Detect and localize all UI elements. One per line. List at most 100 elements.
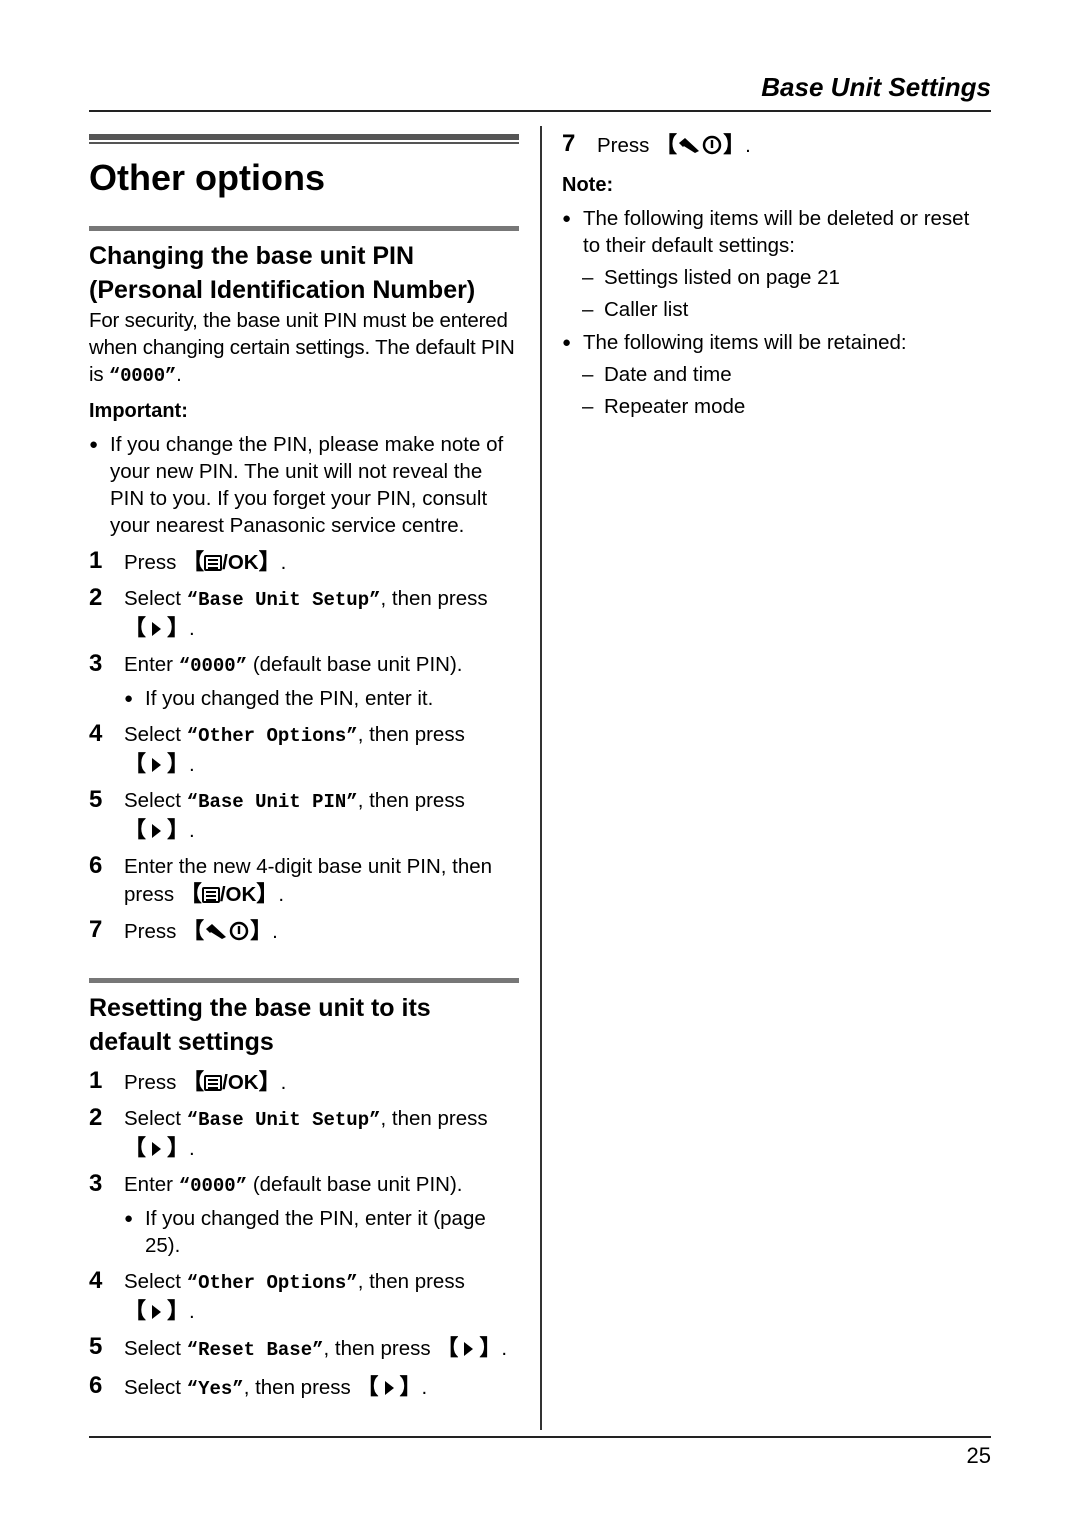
step-number: 4 [89,1267,103,1294]
key-right: 【】 [436,1335,501,1360]
note-dash-item: Settings listed on page 21 [562,264,992,291]
reset-title-line1: Resetting the base unit to its [89,994,431,1022]
subsection-rule [89,978,519,983]
open-bracket: 【 [124,1135,147,1160]
open-bracket: 【 [655,132,678,157]
ok-label: /OK [222,551,259,574]
section-title-rule [89,134,519,142]
note-bullet: The following items will be retained: [562,329,992,356]
step-item: 2 Select “Base Unit Setup”, then press 【】… [89,584,519,642]
step-period: . [189,617,195,640]
step-text: Select [124,789,187,812]
step-text: , then press [357,1270,465,1293]
step-period: . [280,1071,287,1094]
right-arrow-icon [152,1142,162,1156]
reset-steps-list-continued: 7 Press 【】. [562,130,992,162]
menu-option-code: “Other Options” [186,725,358,747]
step-item: 5 Select “Reset Base”, then press 【】. [89,1333,519,1364]
menu-option-code: “Base Unit Setup” [186,1109,381,1131]
step-number: 6 [89,1372,103,1399]
open-bracket: 【 [124,751,147,776]
key-right: 【】 [124,817,189,842]
right-column: 7Press 【】. Note: The following items wil… [562,122,992,420]
step-item: 1 Press 【 /OK】. [89,547,519,576]
ok-label: /OK [219,883,257,906]
step-text: Select [124,1270,187,1293]
step-number: 1 [89,547,103,574]
step-number: 2 [89,1104,103,1131]
right-arrow-icon [152,1305,162,1319]
note-bullet: The following items will be deleted or r… [562,205,992,259]
left-column: Other options Changing the base unit PIN… [89,134,519,1403]
important-label: Important: [89,400,188,422]
note-dash-item: Date and time [562,361,992,388]
close-bracket: 】 [256,881,279,906]
reset-title-line2: default settings [89,1028,274,1056]
step-period: . [189,753,195,776]
right-arrow-icon [384,1381,394,1395]
step-sub-bullet: If you changed the PIN, enter it. [124,685,519,712]
step-text: , then press [380,1107,488,1130]
key-off: 【】 [182,918,273,943]
menu-option-code: “0000” [178,1175,248,1197]
note-dash-item: Repeater mode [562,393,992,420]
close-bracket: 】 [258,549,281,574]
step-number: 7 [562,130,576,157]
pin-intro: For security, the base unit PIN must be … [89,307,519,390]
ok-label: /OK [222,1071,259,1094]
step-text: Select [124,1337,187,1360]
key-right: 【】 [124,615,190,640]
step-number: 3 [89,1170,103,1197]
off-power-icon [204,921,250,948]
step-item: 2 Select “Base Unit Setup”, then press 【】… [89,1104,519,1162]
menu-option-code: “0000” [178,655,248,677]
open-bracket: 【 [124,615,147,640]
step-period: . [189,1300,195,1323]
pin-title-line2: (Personal Identification Number) [89,276,476,304]
key-right: 【】 [124,751,189,776]
close-bracket: 】 [258,1069,281,1094]
key-right: 【】 [357,1374,422,1399]
open-bracket: 【 [124,1298,147,1323]
step-number: 4 [89,720,103,747]
key-menu-ok: 【 /OK】 [182,1069,281,1094]
step-text: Select [124,1376,187,1399]
step-text: (default base unit PIN). [247,653,463,676]
menu-icon [201,887,220,903]
step-period: . [272,920,278,943]
step-item: 1 Press 【 /OK】. [89,1067,519,1096]
step-text: , then press [357,789,465,812]
step-text: , then press [323,1337,437,1360]
step-item: 6 Select “Yes”, then press 【】. [89,1372,519,1403]
step-text: Press [124,551,183,574]
step-period: . [280,551,287,574]
right-arrow-icon [152,824,162,838]
key-menu-ok: 【 /OK】 [182,549,281,574]
right-arrow-icon [464,1342,474,1356]
close-bracket: 】 [167,615,190,640]
step-number: 5 [89,1333,103,1360]
step-item: 7 Press 【】. [89,916,519,948]
step-item: 4 Select “Other Options”, then press 【】. [89,720,519,778]
right-arrow-icon [152,758,162,772]
close-bracket: 】 [250,918,273,943]
step-text: , then press [357,723,465,746]
step-text: , then press [243,1376,357,1399]
step-period: . [745,134,751,157]
menu-icon [204,1075,223,1091]
note-label: Note: [562,174,614,196]
key-off: 【】 [655,132,745,157]
page-header-title: Base Unit Settings [761,72,991,102]
column-divider [540,126,542,1430]
step-number: 3 [89,650,103,677]
default-pin-value: “0000” [108,365,177,387]
step-text: Press [124,1071,183,1094]
step-item: 4 Select “Other Options”, then press 【】. [89,1267,519,1325]
step-period: . [189,1137,195,1160]
step-item: 3 Enter “0000” (default base unit PIN). If… [89,1170,519,1259]
step-number: 6 [89,852,103,879]
key-right: 【】 [124,1298,189,1323]
step-period: . [421,1376,428,1399]
close-bracket: 】 [399,1374,422,1399]
open-bracket: 【 [182,549,205,574]
